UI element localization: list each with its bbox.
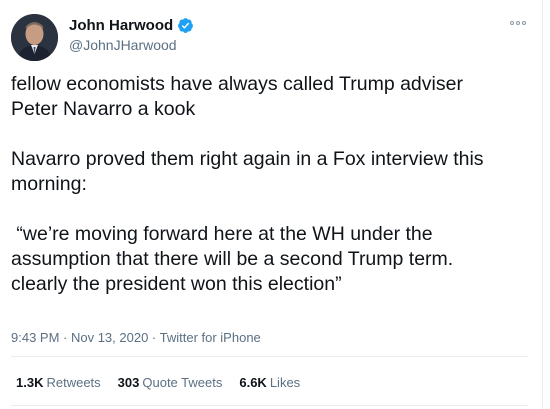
divider (11, 405, 528, 406)
tweet-card: John Harwood @JohnJHarwood fellow econom… (0, 0, 543, 409)
tweet-text: fellow economists have always called Tru… (11, 73, 484, 295)
more-options-icon[interactable] (508, 18, 528, 28)
tweet-timestamp-source[interactable]: 9:43 PM · Nov 13, 2020 · Twitter for iPh… (11, 330, 261, 345)
quote-tweets-label: Quote Tweets (142, 375, 223, 390)
avatar[interactable] (11, 14, 58, 61)
quote-tweets-stat[interactable]: 303 Quote Tweets (118, 375, 223, 390)
verified-badge-icon (177, 17, 194, 34)
likes-label: Likes (269, 375, 301, 390)
author-handle[interactable]: @JohnJHarwood (69, 37, 177, 53)
likes-stat[interactable]: 6.6K Likes (239, 375, 300, 390)
avatar-image (11, 14, 58, 61)
retweets-stat[interactable]: 1.3K Retweets (16, 375, 101, 390)
retweets-count: 1.3K (16, 375, 44, 390)
retweets-label: Retweets (46, 375, 101, 390)
likes-count: 6.6K (239, 375, 267, 390)
divider (11, 356, 528, 357)
engagement-stats: 1.3K Retweets 303 Quote Tweets 6.6K Likes (16, 375, 300, 390)
quote-tweets-count: 303 (117, 375, 140, 390)
author-display-name[interactable]: John Harwood (69, 17, 173, 34)
author-name-row[interactable]: John Harwood (69, 17, 194, 34)
